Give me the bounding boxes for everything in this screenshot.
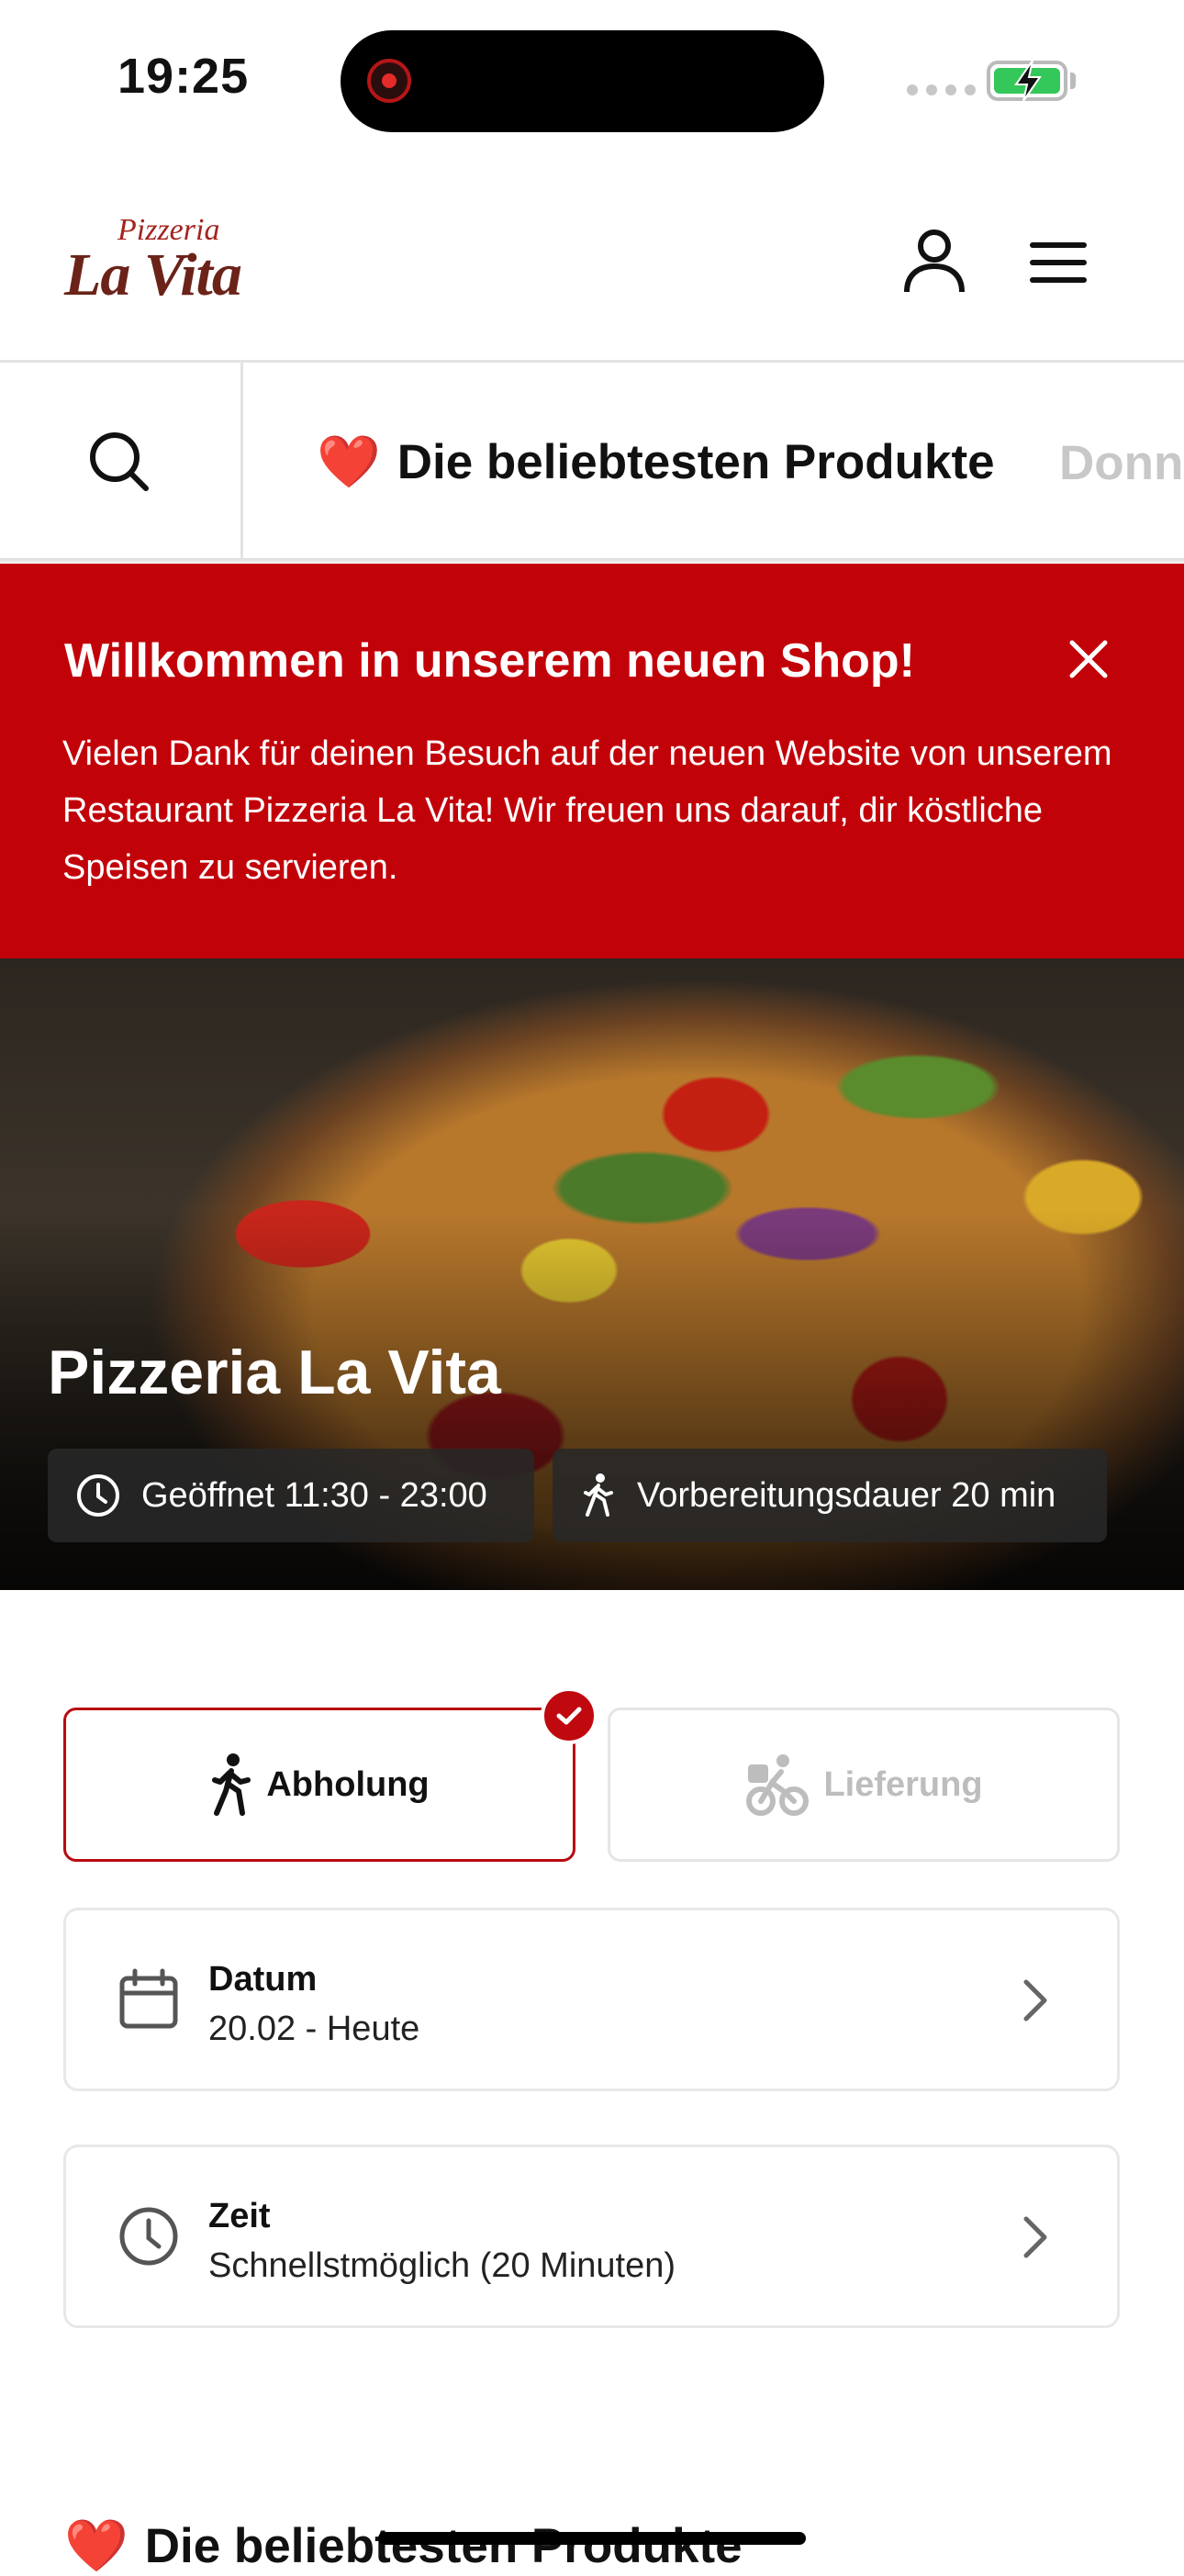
walking-icon [212, 1753, 251, 1816]
dynamic-island [341, 30, 824, 132]
signal-icon [907, 84, 976, 95]
clock-icon [119, 2207, 178, 2266]
user-icon[interactable] [899, 226, 969, 296]
chevron-right-icon [1023, 2216, 1047, 2258]
banner-text: Vielen Dank für deinen Besuch auf der ne… [62, 734, 1112, 887]
heart-icon: ❤️ [317, 432, 381, 490]
walking-icon [584, 1473, 613, 1517]
home-indicator[interactable] [378, 2532, 806, 2545]
pickup-option[interactable]: Abholung [63, 1708, 575, 1862]
delivery-label: Lieferung [823, 1764, 983, 1804]
time-selector[interactable]: Zeit Schnellstmöglich (20 Minuten) [63, 2145, 1120, 2328]
logo-big-text: La Vita [64, 241, 242, 308]
banner-title: Willkommen in unserem neuen Shop! [64, 634, 915, 688]
opening-hours-chip: Geöffnet 11:30 - 23:00 [48, 1449, 534, 1542]
restaurant-name: Pizzeria La Vita [48, 1338, 501, 1407]
chevron-right-icon [1023, 1979, 1047, 2022]
recording-indicator-icon [367, 59, 411, 103]
logo[interactable]: Pizzeria La Vita [64, 213, 285, 314]
battery-cap [1070, 73, 1076, 89]
category-tab-label: Die beliebtesten Produkte [397, 434, 995, 489]
menu-icon[interactable] [1028, 241, 1089, 285]
category-tab-next[interactable]: Donn [1059, 435, 1183, 491]
delivery-option[interactable]: Lieferung [608, 1708, 1120, 1862]
charging-bolt-icon [1014, 60, 1042, 102]
date-selector[interactable]: Datum 20.02 - Heute [63, 1908, 1120, 2091]
heart-icon: ❤️ [64, 2516, 128, 2574]
opening-hours-text: Geöffnet 11:30 - 23:00 [141, 1475, 487, 1515]
date-value: 20.02 - Heute [208, 2010, 420, 2048]
category-tab-popular[interactable]: ❤️ Die beliebtesten Produkte [317, 431, 995, 492]
search-icon[interactable] [87, 430, 151, 494]
selected-check-icon [541, 1687, 598, 1744]
status-time: 19:25 [117, 49, 250, 104]
preparation-time-text: Vorbereitungsdauer 20 min [637, 1475, 1056, 1515]
date-label: Datum [208, 1960, 318, 1999]
section-heading-popular: ❤️ Die beliebtesten Produkte [64, 2515, 743, 2576]
preparation-time-chip: Vorbereitungsdauer 20 min [553, 1449, 1107, 1542]
clock-icon [77, 1474, 119, 1517]
close-icon[interactable] [1065, 635, 1112, 683]
time-value: Schnellstmöglich (20 Minuten) [208, 2246, 676, 2285]
bicycle-icon [746, 1754, 810, 1816]
section-heading-text: Die beliebtesten Produkte [144, 2518, 743, 2573]
calendar-icon [119, 1968, 178, 2029]
pickup-label: Abholung [266, 1764, 430, 1804]
time-label: Zeit [208, 2197, 271, 2235]
